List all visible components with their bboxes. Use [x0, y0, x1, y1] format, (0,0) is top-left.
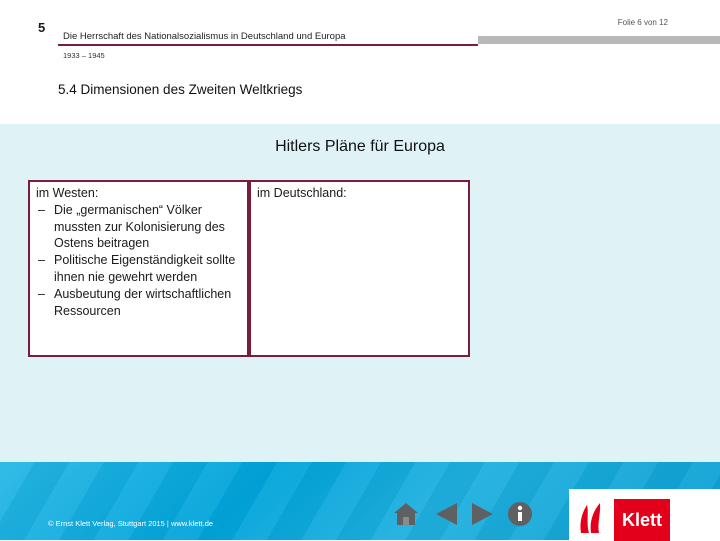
home-button[interactable] — [391, 499, 421, 529]
info-button[interactable] — [505, 499, 535, 529]
klett-logo-text: Klett — [622, 509, 662, 530]
west-box-heading: im Westen: — [36, 186, 99, 200]
home-icon — [394, 503, 418, 525]
germany-box: im Deutschland: — [249, 180, 470, 357]
list-item: Ausbeutung der wirtschaftlichen Ressourc… — [36, 286, 241, 320]
klett-logo[interactable]: Klett — [614, 499, 670, 541]
west-box-list: Die „germanischen“ Völker mussten zur Ko… — [36, 202, 241, 320]
chapter-dates: 1933 – 1945 — [63, 51, 105, 60]
klett-emblem-icon — [580, 503, 601, 533]
copyright-text: © Ernst Klett Verlag, Stuttgart 2015 | w… — [48, 519, 214, 528]
next-icon — [472, 503, 493, 525]
next-button[interactable] — [468, 499, 498, 529]
info-icon — [508, 502, 532, 526]
chapter-title: Die Herrschaft des Nationalsozialismus i… — [63, 31, 346, 42]
chapter-number: 5 — [38, 20, 46, 35]
main-heading: Hitlers Pläne für Europa — [275, 138, 445, 155]
section-title: 5.4 Dimensionen des Zweiten Weltkriegs — [58, 82, 303, 97]
germany-box-heading: im Deutschland: — [257, 186, 347, 200]
list-item: Die „germanischen“ Völker mussten zur Ko… — [36, 202, 241, 252]
previous-button[interactable] — [431, 499, 461, 529]
previous-icon — [436, 503, 457, 525]
slide-counter: Folie 6 von 12 — [617, 18, 668, 27]
list-item: Politische Eigenständigkeit sollte ihnen… — [36, 252, 241, 286]
west-box: im Westen: Die „germanischen“ Völker mus… — [28, 180, 249, 357]
header-gray-bar — [478, 36, 720, 44]
